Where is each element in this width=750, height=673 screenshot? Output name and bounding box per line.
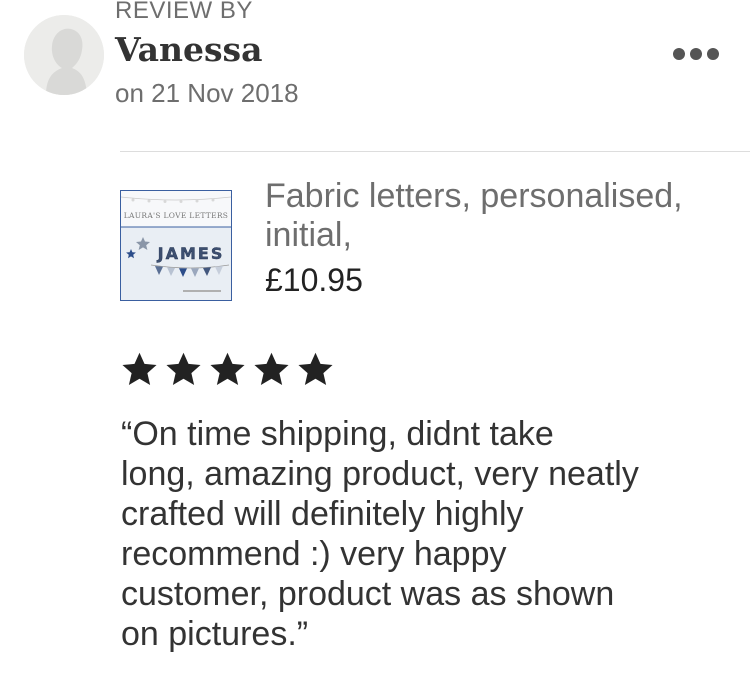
product-thumbnail[interactable]: LAURA'S LOVE LETTERS JAMES [120,190,232,301]
product-price: £10.95 [265,262,363,298]
product-title-link[interactable]: Fabric letters, personalised, initial, [265,177,685,255]
review-date: on 21 Nov 2018 [115,78,299,108]
ellipsis-dot-icon [673,48,685,60]
star-filled-icon [120,352,159,389]
star-filled-icon [252,352,291,389]
star-rating [120,352,335,389]
review-header-label: REVIEW BY [115,0,253,24]
star-filled-icon [296,352,335,389]
product-image: LAURA'S LOVE LETTERS JAMES [121,191,231,300]
divider [120,151,750,152]
more-options-button[interactable] [664,38,728,70]
star-filled-icon [164,352,203,389]
ellipsis-dot-icon [707,48,719,60]
star-filled-icon [208,352,247,389]
reviewer-avatar[interactable] [24,15,104,95]
thumbnail-shop-text: LAURA'S LOVE LETTERS [124,211,229,220]
review-text: “On time shipping, didnt take long, amaz… [121,415,639,653]
reviewer-name[interactable]: Vanessa [115,30,263,69]
default-user-icon [24,15,104,95]
ellipsis-dot-icon [690,48,702,60]
thumbnail-name-text: JAMES [157,244,225,263]
